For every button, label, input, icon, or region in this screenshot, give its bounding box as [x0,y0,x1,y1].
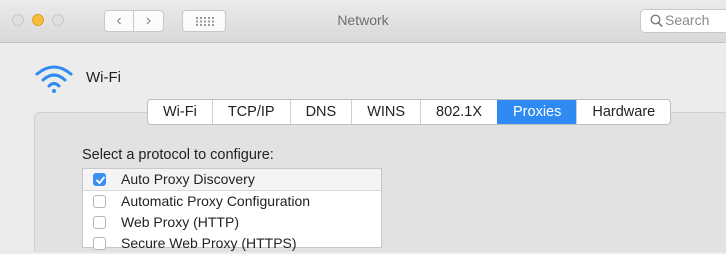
protocol-label: Automatic Proxy Configuration [121,193,311,209]
search-input[interactable] [665,12,725,28]
wifi-icon [35,65,73,93]
window-titlebar: ‹ › Network [0,0,726,43]
tab-proxies[interactable]: Proxies [497,100,577,124]
list-item[interactable]: Web Proxy (HTTP) [83,212,381,233]
protocol-prompt: Select a protocol to configure: [82,147,274,163]
window-title: Network [337,12,389,28]
tab-dns[interactable]: DNS [289,100,352,124]
tab-wifi[interactable]: Wi-Fi [148,100,212,124]
checkmark-icon [96,176,105,184]
auto-proxy-discovery-checkbox[interactable] [93,173,106,186]
interface-name: Wi-Fi [86,69,121,86]
tab-hardware[interactable]: Hardware [576,100,670,124]
protocol-label: Secure Web Proxy (HTTPS) [121,235,297,251]
protocol-label: Web Proxy (HTTP) [121,214,239,230]
protocol-label: Auto Proxy Discovery [121,171,255,187]
tab-wins[interactable]: WINS [351,100,420,124]
search-icon [650,14,663,28]
tab-8021x[interactable]: 802.1X [420,100,497,124]
list-item[interactable]: Auto Proxy Discovery [83,169,381,191]
automatic-proxy-configuration-checkbox[interactable] [93,195,106,208]
list-item[interactable]: Automatic Proxy Configuration [83,191,381,212]
tab-tcpip[interactable]: TCP/IP [211,100,290,124]
protocol-list: Auto Proxy Discovery Automatic Proxy Con… [82,168,382,251]
tab-bar: Wi-Fi TCP/IP DNS WINS 802.1X Proxies Har… [147,99,672,125]
search-field[interactable] [640,9,726,33]
web-proxy-http-checkbox[interactable] [93,216,106,229]
